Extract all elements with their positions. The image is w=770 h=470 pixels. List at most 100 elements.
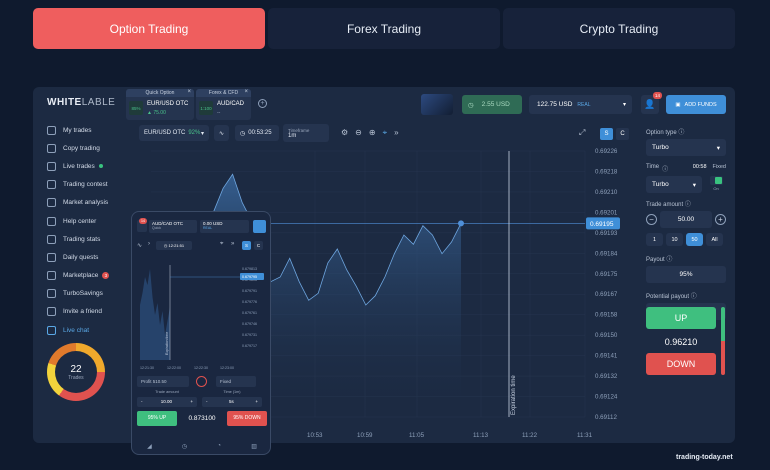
- sidebar-item-trading-contest[interactable]: Trading contest: [47, 176, 122, 194]
- phone-nav-bars-icon[interactable]: ▥: [251, 443, 257, 450]
- y-tick-label: 0.69141: [595, 353, 618, 360]
- real-balance-select[interactable]: 122.75 USD REAL ▾: [529, 95, 632, 114]
- wallet-icon: ▣: [675, 101, 681, 108]
- phone-x-tick: 12:23:00: [220, 366, 234, 370]
- asset-tab-header: Quick Option: [126, 89, 194, 97]
- chevron-down-icon: ▾: [622, 102, 626, 108]
- sidebar-item-live-trades[interactable]: Live trades: [47, 157, 122, 175]
- timeframe-select[interactable]: Timeframe 1m: [283, 124, 329, 142]
- fixed-label: Fixed: [712, 164, 726, 170]
- chart-mode-c-button[interactable]: C: [616, 128, 629, 140]
- preset-1[interactable]: 1: [646, 233, 663, 246]
- phone-pair-select[interactable]: AUD/CAD OTC Quick: [149, 220, 197, 233]
- info-icon: ⓘ: [690, 294, 697, 300]
- current-price: 0.96210: [664, 336, 698, 347]
- phone-y-tick: 0.679813: [242, 267, 257, 271]
- chevron-down-icon: ▾: [200, 130, 204, 137]
- phone-wallet-button[interactable]: [253, 220, 266, 233]
- phone-nav-chart-icon[interactable]: ◢: [147, 443, 152, 450]
- up-button[interactable]: UP: [646, 307, 716, 329]
- sidebar-item-market-analysis[interactable]: Market analysis: [47, 194, 122, 212]
- close-icon[interactable]: ×: [244, 89, 248, 95]
- y-tick-label: 0.69184: [595, 250, 618, 257]
- phone-timer: ◷ 12:21:51: [156, 241, 192, 250]
- sidebar-item-my-trades[interactable]: My trades: [47, 121, 122, 139]
- zoom-in-icon[interactable]: ⊕: [369, 128, 376, 138]
- amount-increase-button[interactable]: +: [715, 214, 726, 225]
- phone-nav-time-icon[interactable]: ◷: [182, 443, 187, 450]
- preset-all[interactable]: All: [706, 233, 723, 246]
- chart-mode-s-button[interactable]: S: [600, 128, 613, 140]
- phone-balance-select[interactable]: 0.00 USD REAL: [200, 220, 249, 233]
- pair-select[interactable]: EUR/USD OTC 92% ▾: [139, 125, 209, 141]
- tab-crypto-trading[interactable]: Crypto Trading: [503, 8, 735, 49]
- preset-50[interactable]: 50: [686, 233, 703, 246]
- phone-amount-input[interactable]: -10.00 +: [137, 397, 197, 407]
- phone-crosshair-icon[interactable]: ⌖: [220, 241, 223, 248]
- trade-amount-input[interactable]: 50.00: [660, 211, 712, 228]
- phone-forward-icon[interactable]: ›: [148, 241, 150, 247]
- time-mode-select[interactable]: Turbo ▾: [646, 176, 702, 193]
- sidebar-nav: My trades Copy trading Live trades Tradi…: [47, 121, 122, 339]
- phone-y-tick: 0.679791: [242, 289, 257, 293]
- x-tick-label: 11:22: [522, 432, 538, 439]
- trades-count: 22: [70, 363, 82, 375]
- amount-decrease-button[interactable]: −: [646, 214, 657, 225]
- sidebar-item-invite[interactable]: Invite a friend: [47, 303, 122, 321]
- phone-fixed-toggle[interactable]: Fixed: [216, 376, 256, 387]
- asset-tab-eurusd[interactable]: Quick Option × 85% EUR/USD OTC ▲ 75.00: [126, 89, 194, 120]
- time-value: 00:58: [692, 164, 707, 170]
- y-tick-label: 0.69150: [595, 332, 618, 339]
- phone-forward2-icon[interactable]: »: [231, 241, 234, 247]
- sidebar-item-trading-stats[interactable]: Trading stats: [47, 230, 122, 248]
- settings-icon[interactable]: ⚙: [341, 128, 348, 138]
- tab-forex-trading[interactable]: Forex Trading: [268, 8, 500, 49]
- y-tick-label: 0.69167: [595, 291, 618, 298]
- phone-up-button[interactable]: 95% UP: [137, 411, 177, 426]
- sidebar-item-marketplace[interactable]: Marketplace 3: [47, 267, 122, 285]
- phone-nav-pie-icon[interactable]: ◔: [217, 443, 221, 449]
- fullscreen-icon[interactable]: ⤢: [579, 128, 585, 138]
- y-tick-label: 0.69124: [595, 394, 618, 401]
- sidebar-item-daily-quests[interactable]: Daily quests: [47, 248, 122, 266]
- phone-c-button[interactable]: C: [254, 241, 263, 250]
- phone-down-button[interactable]: 95% DOWN: [227, 411, 267, 426]
- phone-s-button[interactable]: S: [242, 241, 251, 250]
- chevron-down-icon: ▾: [692, 181, 696, 189]
- down-button[interactable]: DOWN: [646, 353, 716, 375]
- add-funds-button[interactable]: ▣ ADD FUNDS: [666, 95, 726, 114]
- help-icon: [47, 216, 56, 226]
- chevron-down-icon: ▾: [716, 144, 720, 152]
- indicator-button[interactable]: ∿: [214, 125, 229, 141]
- crosshair-icon[interactable]: ⌖: [383, 128, 388, 138]
- sidebar-item-help-center[interactable]: Help center: [47, 212, 122, 230]
- phone-y-tick: 0.679717: [242, 344, 257, 348]
- demo-balance[interactable]: ◷ 2.55 USD: [462, 95, 522, 114]
- close-icon[interactable]: ×: [187, 89, 191, 95]
- trophy-icon: [47, 180, 56, 190]
- phone-indicator-icon[interactable]: ∿: [137, 242, 142, 249]
- add-asset-button[interactable]: +: [258, 99, 267, 108]
- phone-y-tick: 0.679746: [242, 322, 257, 326]
- sidebar-item-turbosavings[interactable]: TurboSavings: [47, 285, 122, 303]
- option-type-select[interactable]: Turbo ▾: [646, 139, 726, 156]
- y-tick-label: 0.69158: [595, 312, 618, 319]
- fixed-toggle[interactable]: On: [706, 176, 726, 193]
- x-tick-label: 10:59: [357, 432, 373, 439]
- sidebar-item-copy-trading[interactable]: Copy trading: [47, 139, 122, 157]
- preset-10[interactable]: 10: [666, 233, 683, 246]
- trade-amount-label: Trade amount ⓘ: [646, 202, 691, 208]
- y-tick-label: 0.69226: [595, 148, 618, 155]
- y-tick-label: 0.69112: [595, 414, 617, 421]
- asset-tab-header: Forex & CFD: [196, 89, 251, 97]
- phone-amount-label: Trade amount: [155, 390, 179, 394]
- forward-icon[interactable]: »: [394, 128, 398, 138]
- zoom-out-icon[interactable]: ⊖: [355, 128, 362, 138]
- user-icon: 👤: [644, 99, 656, 109]
- tab-option-trading[interactable]: Option Trading: [33, 8, 265, 49]
- phone-time-input[interactable]: -5s +: [202, 397, 262, 407]
- sidebar-item-live-chat[interactable]: Live chat: [47, 321, 122, 339]
- asset-tab-audcad[interactable]: Forex & CFD × 1:100 AUD/CAD --: [196, 89, 251, 120]
- phone-profit: Profit 510.50: [137, 376, 189, 387]
- phone-price-chart[interactable]: 0.6798130.6798060.6797910.6797760.679761…: [132, 255, 271, 375]
